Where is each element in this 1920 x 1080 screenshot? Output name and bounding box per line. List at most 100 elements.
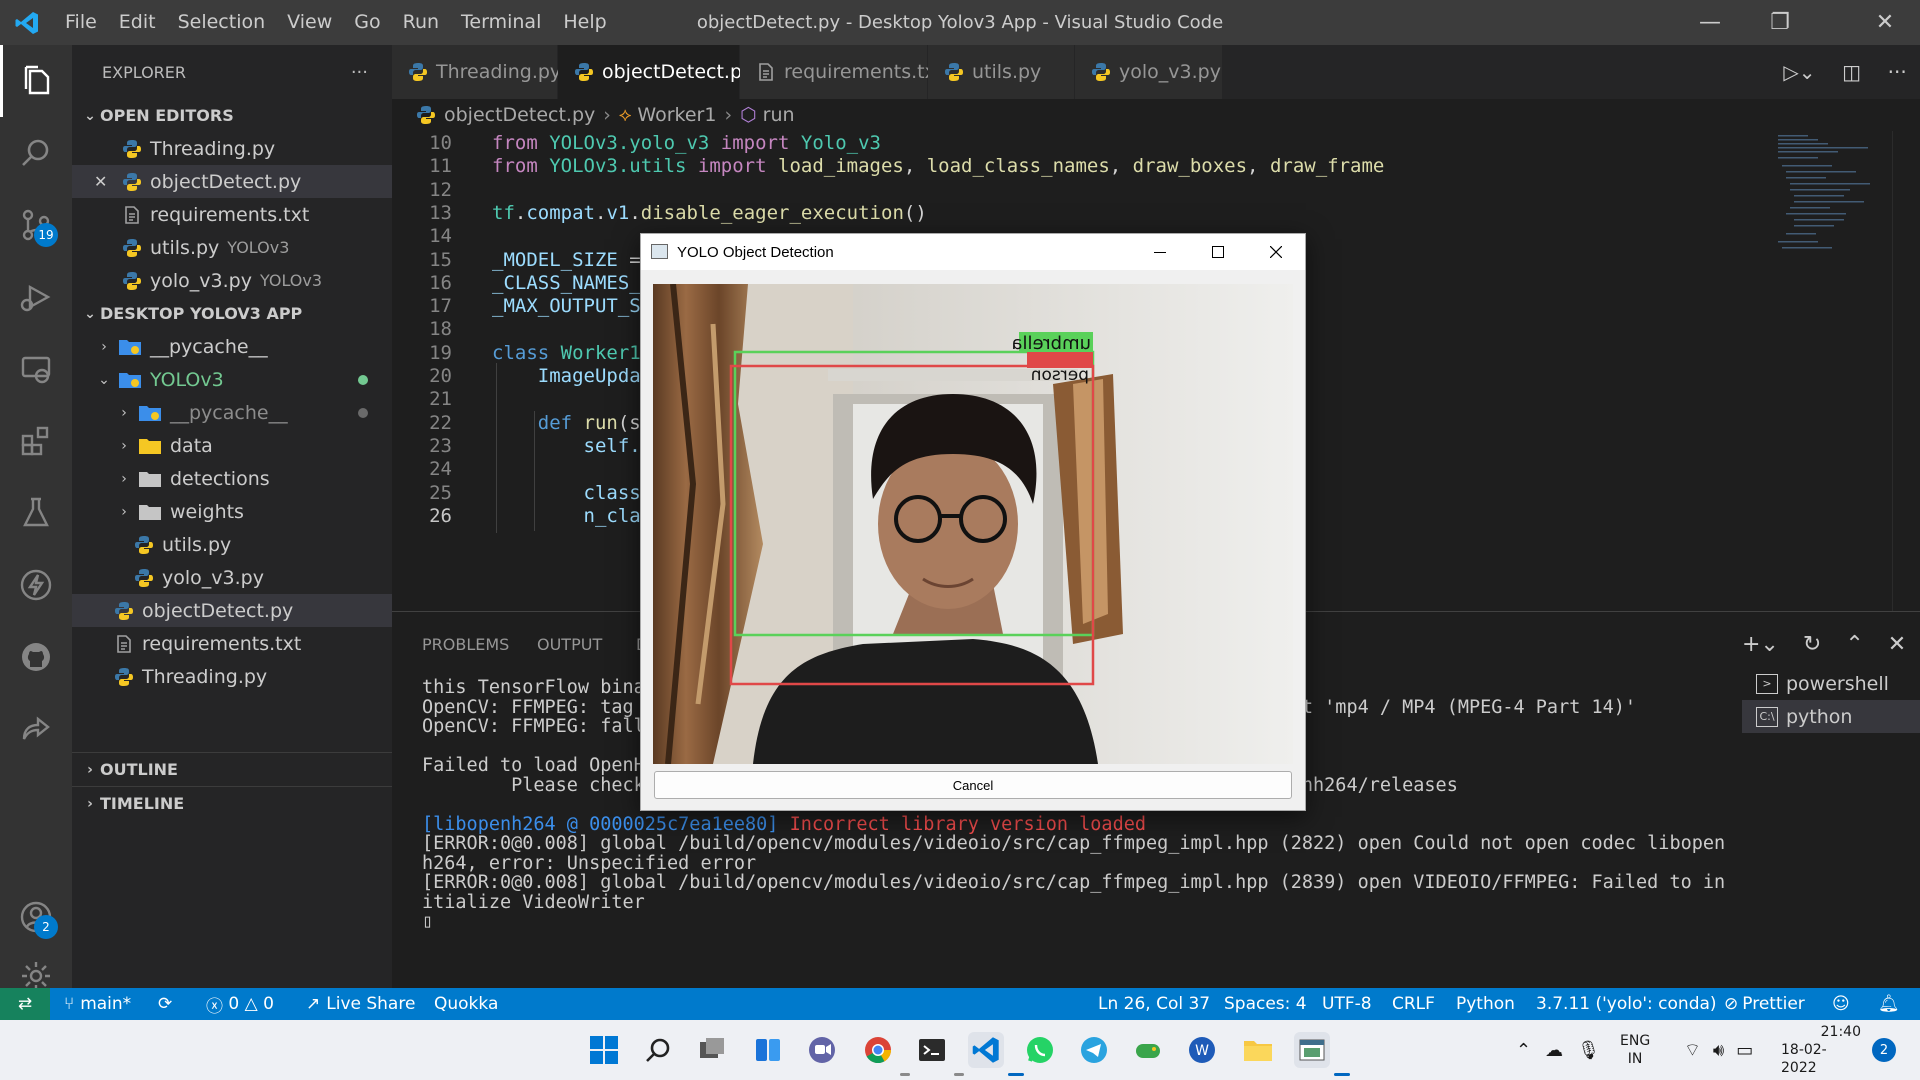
branch-indicator[interactable]: ⑂ main*	[64, 988, 131, 1020]
thunder-icon[interactable]	[0, 549, 72, 621]
tree-folder[interactable]: › __pycache__	[72, 330, 392, 363]
teams-chat-icon[interactable]	[804, 1032, 840, 1068]
run-python-icon[interactable]: ▷⌄	[1783, 60, 1815, 84]
tree-file[interactable]: utils.py	[72, 528, 392, 561]
testing-icon[interactable]	[0, 477, 72, 549]
task-view-icon[interactable]	[694, 1032, 730, 1068]
restart-icon[interactable]: ↻	[1803, 632, 1821, 657]
open-editor-item[interactable]: ✕ objectDetect.py	[72, 165, 392, 198]
tree-file[interactable]: requirements.txt	[72, 627, 392, 660]
tab-output[interactable]: OUTPUT	[537, 612, 602, 676]
tab-threading-py[interactable]: Threading.py	[392, 45, 561, 99]
cursor-position[interactable]: Ln 26, Col 37	[1098, 988, 1210, 1020]
extensions-icon[interactable]	[0, 405, 72, 477]
dialog-maximize-button[interactable]	[1189, 234, 1247, 270]
terminal-item-python[interactable]: C:\ python	[1742, 700, 1920, 733]
minimize-button[interactable]: —	[1675, 0, 1745, 45]
clock[interactable]: 21:40 18-02-2022	[1781, 1020, 1861, 1080]
search-icon[interactable]	[0, 117, 72, 189]
menu-selection[interactable]: Selection	[167, 0, 277, 45]
close-panel-icon[interactable]: ✕	[1888, 632, 1906, 657]
menu-edit[interactable]: Edit	[108, 0, 167, 45]
word-app-icon[interactable]: W	[1184, 1032, 1220, 1068]
line-ending[interactable]: CRLF	[1392, 988, 1435, 1020]
tab-objectdetect-py[interactable]: objectDetect.py✕	[558, 45, 786, 99]
menu-view[interactable]: View	[276, 0, 343, 45]
live-share-status[interactable]: ↗ Live Share	[306, 988, 415, 1020]
notification-badge[interactable]: 2	[1872, 1038, 1896, 1062]
language-indicator[interactable]: ENG IN	[1620, 1020, 1650, 1080]
tray-overflow-icon[interactable]: ⌃	[1516, 1040, 1531, 1061]
sync-icon[interactable]: ⟳	[158, 988, 172, 1020]
tree-folder[interactable]: › weights	[72, 495, 392, 528]
terminal-app-icon[interactable]	[914, 1032, 950, 1068]
chrome-icon[interactable]	[860, 1032, 896, 1068]
tree-folder[interactable]: › detections	[72, 462, 392, 495]
menu-file[interactable]: File	[54, 0, 108, 45]
problems-indicator[interactable]: ⓧ 0 △ 0	[206, 988, 274, 1020]
vscode-taskbar-icon[interactable]	[968, 1032, 1004, 1068]
quick-settings[interactable]: ⌔ 🔊︎ ▭	[1684, 1020, 1753, 1080]
explorer-icon[interactable]	[0, 45, 72, 117]
indentation[interactable]: Spaces: 4	[1224, 988, 1307, 1020]
open-editor-item[interactable]: utils.py YOLOv3	[72, 231, 392, 264]
maximize-panel-icon[interactable]: ⌃	[1845, 632, 1863, 657]
outline-section[interactable]: › OUTLINE	[72, 753, 392, 786]
encoding[interactable]: UTF-8	[1322, 988, 1372, 1020]
tab-utils-py[interactable]: utils.py	[928, 45, 1075, 99]
tree-folder[interactable]: ⌄ YOLOv3	[72, 363, 392, 396]
open-editor-item[interactable]: Threading.py	[72, 132, 392, 165]
github-icon[interactable]	[0, 621, 72, 693]
python-window-icon[interactable]	[1294, 1032, 1330, 1068]
new-terminal-icon[interactable]: +⌄	[1742, 632, 1779, 657]
feedback-icon[interactable]: ☺	[1832, 988, 1850, 1020]
quokka-status[interactable]: Quokka	[434, 988, 498, 1020]
project-section[interactable]: ⌄ DESKTOP YOLOV3 APP	[72, 297, 392, 330]
open-editor-item[interactable]: requirements.txt	[72, 198, 392, 231]
menu-help[interactable]: Help	[552, 0, 617, 45]
menu-run[interactable]: Run	[392, 0, 450, 45]
editor-scrollbar[interactable]	[1892, 131, 1920, 611]
whatsapp-icon[interactable]	[1022, 1032, 1058, 1068]
tab-problems[interactable]: PROBLEMS	[422, 612, 509, 676]
more-icon[interactable]: ···	[1888, 60, 1907, 84]
dialog-minimize-button[interactable]	[1131, 234, 1189, 270]
terminal-item-powershell[interactable]: > powershell	[1742, 667, 1920, 700]
timeline-section[interactable]: › TIMELINE	[72, 787, 392, 820]
menu-terminal[interactable]: Terminal	[450, 0, 552, 45]
python-interpreter[interactable]: 3.7.11 ('yolo': conda)	[1536, 988, 1717, 1020]
close-window-button[interactable]: ✕	[1850, 0, 1920, 45]
more-actions-icon[interactable]: ···	[351, 62, 368, 83]
source-control-icon[interactable]: 19	[0, 189, 72, 261]
breadcrumb-class[interactable]: Worker1	[637, 104, 716, 126]
widgets-icon[interactable]	[750, 1032, 786, 1068]
tab-requirements-txt[interactable]: requirements.txt	[740, 45, 943, 99]
tree-folder[interactable]: › __pycache__	[72, 396, 392, 429]
split-editor-icon[interactable]: ◫	[1842, 60, 1861, 84]
menu-go[interactable]: Go	[343, 0, 391, 45]
microphone-icon[interactable]: 🎙︎	[1577, 1040, 1600, 1061]
run-debug-icon[interactable]	[0, 261, 72, 333]
cancel-button[interactable]: Cancel	[654, 771, 1292, 799]
search-icon[interactable]	[640, 1032, 676, 1068]
remote-explorer-icon[interactable]	[0, 333, 72, 405]
open-editor-item[interactable]: yolo_v3.py YOLOv3	[72, 264, 392, 297]
file-explorer-icon[interactable]	[1240, 1032, 1276, 1068]
dialog-close-button[interactable]	[1247, 234, 1305, 270]
breadcrumb-method[interactable]: run	[763, 104, 795, 126]
tree-folder[interactable]: › data	[72, 429, 392, 462]
open-editors-section[interactable]: ⌄ OPEN EDITORS	[72, 99, 392, 132]
minimap[interactable]	[1772, 131, 1892, 611]
live-share-icon[interactable]	[0, 693, 72, 765]
remote-indicator-icon[interactable]: ⇄	[0, 988, 50, 1020]
close-editor-icon[interactable]: ✕	[94, 172, 107, 191]
tree-file[interactable]: objectDetect.py	[72, 594, 392, 627]
prettier-status[interactable]: ⊘ Prettier	[1724, 988, 1805, 1020]
notifications-icon[interactable]: 🔔︎	[1878, 988, 1900, 1020]
tab-yolo-v3-py[interactable]: yolo_v3.py	[1075, 45, 1223, 99]
onedrive-icon[interactable]: ☁	[1545, 1040, 1563, 1061]
telegram-icon[interactable]	[1076, 1032, 1112, 1068]
language-mode[interactable]: Python	[1456, 988, 1515, 1020]
tree-file[interactable]: yolo_v3.py	[72, 561, 392, 594]
breadcrumb-file[interactable]: objectDetect.py	[444, 104, 595, 126]
